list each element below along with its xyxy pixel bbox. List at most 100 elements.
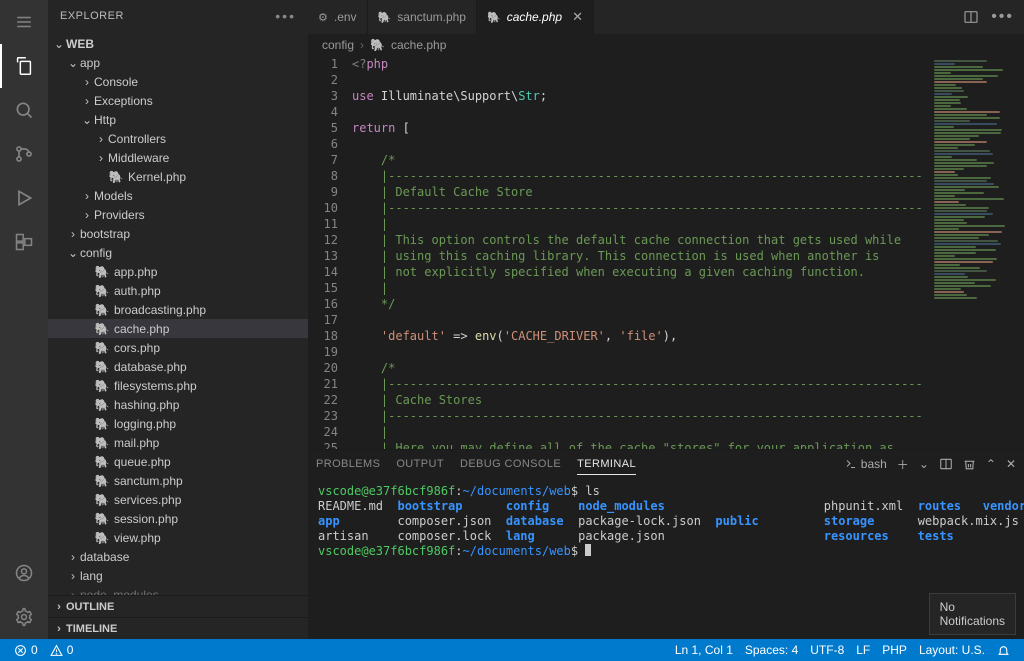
folder-app[interactable]: ⌄app [48, 53, 308, 72]
bottom-panel: PROBLEMS OUTPUT DEBUG CONSOLE TERMINAL b… [308, 449, 1024, 639]
tab-bar: ⚙.env 🐘sanctum.php 🐘cache.php✕ ••• [308, 0, 1024, 34]
file-hashing-php[interactable]: 🐘hashing.php [48, 395, 308, 414]
tab-env[interactable]: ⚙.env [308, 0, 368, 34]
php-icon: 🐘 [370, 38, 385, 52]
tab-sanctum[interactable]: 🐘sanctum.php [368, 0, 477, 34]
panel-tab-terminal[interactable]: TERMINAL [577, 454, 636, 475]
php-icon: 🐘 [94, 303, 110, 317]
timeline-section[interactable]: ›TIMELINE [48, 617, 308, 639]
folder-console[interactable]: ›Console [48, 72, 308, 91]
status-notifications[interactable] [991, 639, 1016, 661]
sidebar-title: EXPLORER [60, 10, 124, 22]
debug-activity[interactable] [0, 176, 48, 220]
php-icon: 🐘 [94, 284, 110, 298]
status-warnings[interactable]: 0 [44, 639, 80, 661]
folder-node-modules[interactable]: ›node_modules [48, 585, 308, 595]
terminal[interactable]: vscode@e37f6bcf986f:~/documents/web$ ls … [308, 478, 1024, 639]
status-eol[interactable]: LF [850, 639, 876, 661]
status-encoding[interactable]: UTF-8 [804, 639, 850, 661]
explorer-activity[interactable] [0, 44, 48, 88]
file-sanctum-php[interactable]: 🐘sanctum.php [48, 471, 308, 490]
status-spaces[interactable]: Spaces: 4 [739, 639, 804, 661]
code-editor[interactable]: 1234567891011121314151617181920212223242… [308, 56, 928, 449]
php-icon: 🐘 [94, 455, 110, 469]
accounts-button[interactable] [0, 551, 48, 595]
gear-icon: ⚙ [318, 11, 328, 24]
file-kernel-php[interactable]: 🐘Kernel.php [48, 167, 308, 186]
folder-models[interactable]: ›Models [48, 186, 308, 205]
folder-http[interactable]: ⌄Http [48, 110, 308, 129]
panel-tab-problems[interactable]: PROBLEMS [316, 454, 380, 474]
search-activity[interactable] [0, 88, 48, 132]
editor-group: ⚙.env 🐘sanctum.php 🐘cache.php✕ ••• confi… [308, 0, 1024, 639]
close-icon[interactable]: ✕ [572, 9, 583, 25]
php-icon: 🐘 [108, 170, 124, 184]
file-cache-php[interactable]: 🐘cache.php [48, 319, 308, 338]
menu-button[interactable] [0, 0, 48, 44]
file-cors-php[interactable]: 🐘cors.php [48, 338, 308, 357]
folder-providers[interactable]: ›Providers [48, 205, 308, 224]
maximize-panel-button[interactable]: ⌃ [986, 457, 996, 471]
explorer-sidebar: EXPLORER ••• ⌄WEB ⌄app ›Console ›Excepti… [48, 0, 308, 639]
php-icon: 🐘 [94, 322, 110, 336]
php-icon: 🐘 [94, 493, 110, 507]
folder-bootstrap[interactable]: ›bootstrap [48, 224, 308, 243]
split-terminal-button[interactable] [939, 457, 953, 471]
workspace-root[interactable]: ⌄WEB [48, 34, 308, 53]
close-panel-button[interactable]: ✕ [1006, 457, 1016, 471]
outline-section[interactable]: ›OUTLINE [48, 595, 308, 617]
php-icon: 🐘 [378, 11, 392, 24]
folder-exceptions[interactable]: ›Exceptions [48, 91, 308, 110]
folder-config[interactable]: ⌄config [48, 243, 308, 262]
status-ln-col[interactable]: Ln 1, Col 1 [669, 639, 739, 661]
panel-tab-debug[interactable]: DEBUG CONSOLE [460, 454, 561, 474]
folder-controllers[interactable]: ›Controllers [48, 129, 308, 148]
php-icon: 🐘 [94, 474, 110, 488]
file-queue-php[interactable]: 🐘queue.php [48, 452, 308, 471]
folder-lang[interactable]: ›lang [48, 566, 308, 585]
breadcrumb[interactable]: config› 🐘 cache.php [308, 34, 1024, 56]
status-bar: 0 0 Ln 1, Col 1 Spaces: 4 UTF-8 LF PHP L… [0, 639, 1024, 661]
file-broadcasting-php[interactable]: 🐘broadcasting.php [48, 300, 308, 319]
explorer-more-button[interactable]: ••• [275, 8, 296, 24]
file-database-php[interactable]: 🐘database.php [48, 357, 308, 376]
file-app-php[interactable]: 🐘app.php [48, 262, 308, 281]
php-icon: 🐘 [94, 531, 110, 545]
notifications-toast[interactable]: NoNotifications [929, 593, 1016, 635]
file-view-php[interactable]: 🐘view.php [48, 528, 308, 547]
php-icon: 🐘 [94, 265, 110, 279]
terminal-dropdown[interactable]: ⌄ [919, 457, 929, 471]
editor-more-button[interactable]: ••• [991, 8, 1014, 26]
php-icon: 🐘 [94, 379, 110, 393]
file-logging-php[interactable]: 🐘logging.php [48, 414, 308, 433]
status-layout[interactable]: Layout: U.S. [913, 639, 991, 661]
php-icon: 🐘 [94, 398, 110, 412]
php-icon: 🐘 [94, 341, 110, 355]
split-editor-button[interactable] [963, 9, 979, 25]
kill-terminal-button[interactable] [963, 458, 976, 471]
status-language[interactable]: PHP [876, 639, 913, 661]
extensions-activity[interactable] [0, 220, 48, 264]
php-icon: 🐘 [94, 360, 110, 374]
php-icon: 🐘 [94, 512, 110, 526]
file-filesystems-php[interactable]: 🐘filesystems.php [48, 376, 308, 395]
file-mail-php[interactable]: 🐘mail.php [48, 433, 308, 452]
scm-activity[interactable] [0, 132, 48, 176]
tab-cache[interactable]: 🐘cache.php✕ [477, 0, 594, 34]
php-icon: 🐘 [487, 11, 501, 24]
new-terminal-button[interactable]: ＋ [897, 456, 909, 473]
terminal-profile[interactable]: bash [845, 457, 887, 471]
php-icon: 🐘 [94, 436, 110, 450]
minimap[interactable] [928, 56, 1024, 449]
file-services-php[interactable]: 🐘services.php [48, 490, 308, 509]
panel-tab-output[interactable]: OUTPUT [396, 454, 444, 474]
status-errors[interactable]: 0 [8, 639, 44, 661]
activity-bar [0, 0, 48, 639]
file-auth-php[interactable]: 🐘auth.php [48, 281, 308, 300]
folder-middleware[interactable]: ›Middleware [48, 148, 308, 167]
file-session-php[interactable]: 🐘session.php [48, 509, 308, 528]
php-icon: 🐘 [94, 417, 110, 431]
file-tree: ⌄WEB ⌄app ›Console ›Exceptions ⌄Http ›Co… [48, 32, 308, 595]
settings-button[interactable] [0, 595, 48, 639]
folder-database[interactable]: ›database [48, 547, 308, 566]
